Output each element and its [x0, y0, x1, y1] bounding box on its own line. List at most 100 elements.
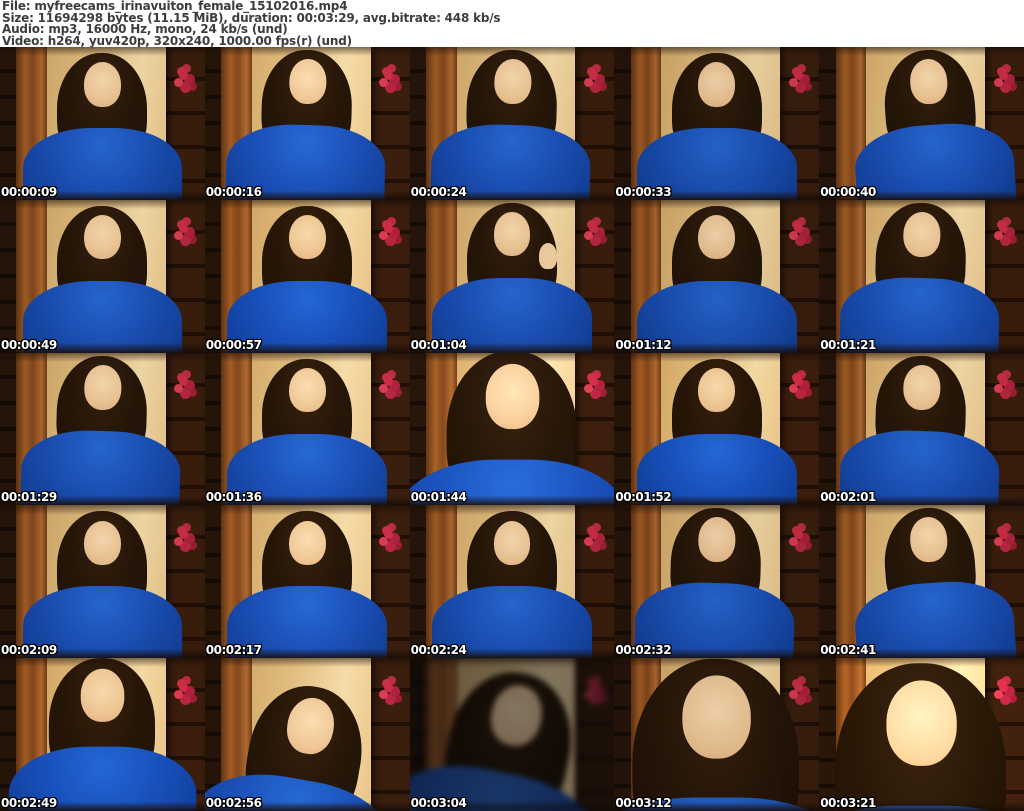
video-frame-placeholder	[0, 352, 205, 506]
person-figure	[205, 508, 410, 659]
timestamp-overlay: 00:02:17	[205, 643, 262, 658]
thumbnail-cell: 00:02:01	[819, 352, 1024, 506]
timestamp-overlay: 00:01:12	[615, 337, 672, 352]
timestamp-overlay: 00:02:24	[410, 643, 467, 658]
video-frame-placeholder	[0, 505, 205, 659]
person-face	[902, 211, 941, 257]
thumbnail-cell: 00:02:32	[614, 505, 820, 659]
person-face	[698, 367, 736, 413]
timestamp-overlay: 00:01:44	[410, 490, 467, 505]
timestamp-overlay: 00:02:56	[205, 796, 262, 810]
thumbnail-cell: 00:01:21	[819, 199, 1024, 353]
timestamp-overlay: 00:03:04	[410, 796, 467, 810]
video-frame-placeholder	[0, 47, 205, 200]
thumbnail-cell: 00:00:49	[0, 199, 205, 353]
video-frame-placeholder	[204, 505, 410, 659]
person-face	[886, 680, 957, 766]
video-frame-placeholder	[0, 199, 205, 353]
video-frame-placeholder	[614, 658, 820, 811]
timestamp-overlay: 00:02:49	[1, 796, 57, 810]
person-figure	[819, 353, 1024, 506]
thumbnail-grid: 00:00:09 00:00:16 00:00:24 00:00:33 00:0…	[0, 47, 1024, 811]
file-info-header: File: myfreecams_irinavuiton_female_1510…	[0, 0, 1024, 47]
timestamp-overlay: 00:00:33	[615, 184, 672, 199]
person-face	[698, 215, 736, 260]
person-figure	[410, 200, 615, 353]
timestamp-overlay: 00:02:32	[615, 643, 672, 658]
person-figure	[614, 658, 820, 811]
person-face	[493, 212, 531, 257]
person-face	[80, 669, 125, 722]
person-face	[288, 215, 326, 260]
video-frame-placeholder	[819, 199, 1024, 353]
person-face	[83, 364, 122, 410]
person-torso-blue-top	[852, 119, 1019, 200]
thumbnail-cell: 00:02:17	[204, 505, 410, 659]
thumbnail-cell: 00:03:12	[614, 658, 820, 811]
video-frame-placeholder	[0, 658, 205, 811]
thumbnail-cell: 00:02:56	[204, 658, 410, 811]
person-figure	[819, 200, 1024, 353]
timestamp-overlay: 00:01:21	[820, 337, 876, 352]
video-frame-placeholder	[409, 505, 615, 659]
person-face	[493, 58, 532, 104]
thumbnail-cell: 00:00:16	[204, 47, 410, 200]
video-frame-placeholder	[614, 505, 820, 659]
person-figure	[205, 356, 410, 506]
header-line-video: Video: h264, yuv420p, 320x240, 1000.00 f…	[2, 33, 352, 48]
video-frame-placeholder	[204, 658, 410, 811]
video-frame-placeholder	[614, 199, 820, 353]
person-face	[493, 520, 531, 565]
thumbnail-cell: 00:00:24	[409, 47, 615, 200]
timestamp-overlay: 00:00:16	[205, 184, 262, 199]
video-frame-placeholder	[409, 47, 615, 200]
person-figure	[410, 47, 615, 200]
thumbnail-cell: 00:03:21	[819, 658, 1024, 811]
video-frame-placeholder	[204, 352, 410, 506]
person-figure	[409, 658, 615, 811]
video-frame-placeholder	[409, 352, 615, 506]
person-face	[288, 58, 327, 104]
person-face	[288, 367, 326, 413]
thumbnail-cell: 00:02:09	[0, 505, 205, 659]
video-frame-placeholder	[204, 47, 410, 200]
person-face	[698, 62, 736, 107]
thumbnail-cell: 00:01:44	[409, 352, 615, 506]
video-frame-placeholder	[204, 199, 410, 353]
person-figure	[0, 658, 205, 811]
thumbnail-cell: 00:03:04	[409, 658, 615, 811]
person-figure	[614, 203, 819, 353]
thumbnail-cell: 00:01:29	[0, 352, 205, 506]
video-frame-placeholder	[819, 658, 1024, 811]
person-face	[902, 364, 941, 410]
video-frame-placeholder	[819, 505, 1024, 659]
person-torso-blue-top	[852, 577, 1019, 659]
video-frame-placeholder	[819, 352, 1024, 506]
timestamp-overlay: 00:00:24	[410, 184, 467, 199]
thumbnail-cell: 00:00:33	[614, 47, 820, 200]
thumbnail-cell: 00:01:12	[614, 199, 820, 353]
person-figure	[205, 47, 410, 200]
red-flowers	[384, 682, 394, 692]
person-figure	[819, 658, 1024, 811]
timestamp-overlay: 00:03:21	[820, 796, 876, 810]
timestamp-overlay: 00:00:09	[1, 184, 57, 199]
video-frame-placeholder	[819, 47, 1024, 200]
thumbnail-cell: 00:00:40	[819, 47, 1024, 200]
thumbnail-cell: 00:02:41	[819, 505, 1024, 659]
thumbnail-cell: 00:01:52	[614, 352, 820, 506]
person-figure	[0, 508, 205, 659]
video-frame-placeholder	[409, 199, 615, 353]
person-face	[83, 520, 121, 565]
thumbnail-cell: 00:00:57	[204, 199, 410, 353]
thumbnail-cell: 00:00:09	[0, 47, 205, 200]
video-frame-placeholder	[614, 47, 820, 200]
person-figure	[824, 47, 1024, 200]
video-frame-placeholder	[614, 352, 820, 506]
person-face	[83, 215, 121, 260]
person-figure	[614, 356, 819, 506]
thumbnail-cell: 00:02:24	[409, 505, 615, 659]
timestamp-overlay: 00:01:29	[1, 490, 57, 505]
person-face	[485, 363, 539, 429]
person-figure	[614, 50, 819, 200]
